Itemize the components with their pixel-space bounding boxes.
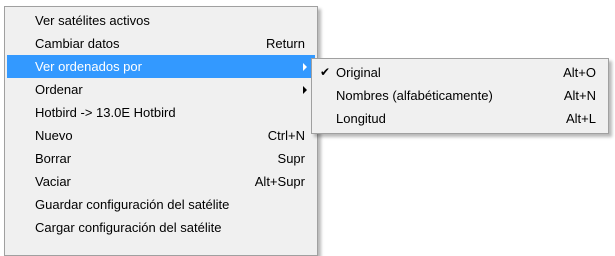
menu-item-label: Nombres (alfabéticamente) [336,88,493,103]
menu-item-label: Cargar configuración del satélite [35,220,222,235]
menu-item-shortcut: Ctrl+N [267,128,305,143]
menu-item-guardar-configuracion[interactable]: Guardar configuración del satélite [7,193,315,216]
menu-item-nuevo[interactable]: Nuevo Ctrl+N [7,124,315,147]
chevron-right-icon [303,63,307,71]
menu-item-ver-ordenados-por[interactable]: Ver ordenados por [7,55,315,78]
menu-item-ordenar[interactable]: Ordenar [7,78,315,101]
submenu-item-original[interactable]: ✔ Original Alt+O [314,61,606,84]
menu-item-shortcut: Alt+N [563,88,596,103]
menu-item-label: Ordenar [35,82,83,97]
menu-item-label: Ver satélites activos [35,13,150,28]
menu-item-vaciar[interactable]: Vaciar Alt+Supr [7,170,315,193]
menu-item-label: Original [336,65,381,80]
menu-item-shortcut: Alt+Supr [254,174,305,189]
submenu-item-longitud[interactable]: Longitud Alt+L [314,107,606,130]
menu-item-label: Ver ordenados por [35,59,142,74]
menu-item-label: Hotbird -> 13.0E Hotbird [35,105,176,120]
context-menu: Ver satélites activos Cambiar datos Retu… [4,6,318,256]
menu-item-shortcut: Return [265,36,305,51]
menu-item-label: Nuevo [35,128,73,143]
menu-item-borrar[interactable]: Borrar Supr [7,147,315,170]
menu-item-cargar-configuracion[interactable]: Cargar configuración del satélite [7,216,315,239]
menu-item-label: Cambiar datos [35,36,120,51]
menu-item-cambiar-datos[interactable]: Cambiar datos Return [7,32,315,55]
menu-item-ver-satelites-activos[interactable]: Ver satélites activos [7,9,315,32]
chevron-right-icon [303,86,307,94]
menu-item-label: Longitud [336,111,386,126]
menu-item-label: Guardar configuración del satélite [35,197,230,212]
menu-item-label: Borrar [35,151,72,166]
submenu-item-nombres[interactable]: Nombres (alfabéticamente) Alt+N [314,84,606,107]
menu-item-shortcut: Alt+L [566,111,596,126]
submenu-ver-ordenados-por: ✔ Original Alt+O Nombres (alfabéticament… [311,58,609,134]
menu-item-hotbird[interactable]: Hotbird -> 13.0E Hotbird [7,101,315,124]
menu-item-shortcut: Alt+O [563,65,596,80]
checkmark-icon: ✔ [320,65,331,79]
menu-item-label: Vaciar [35,174,71,189]
menu-item-shortcut: Supr [277,151,305,166]
